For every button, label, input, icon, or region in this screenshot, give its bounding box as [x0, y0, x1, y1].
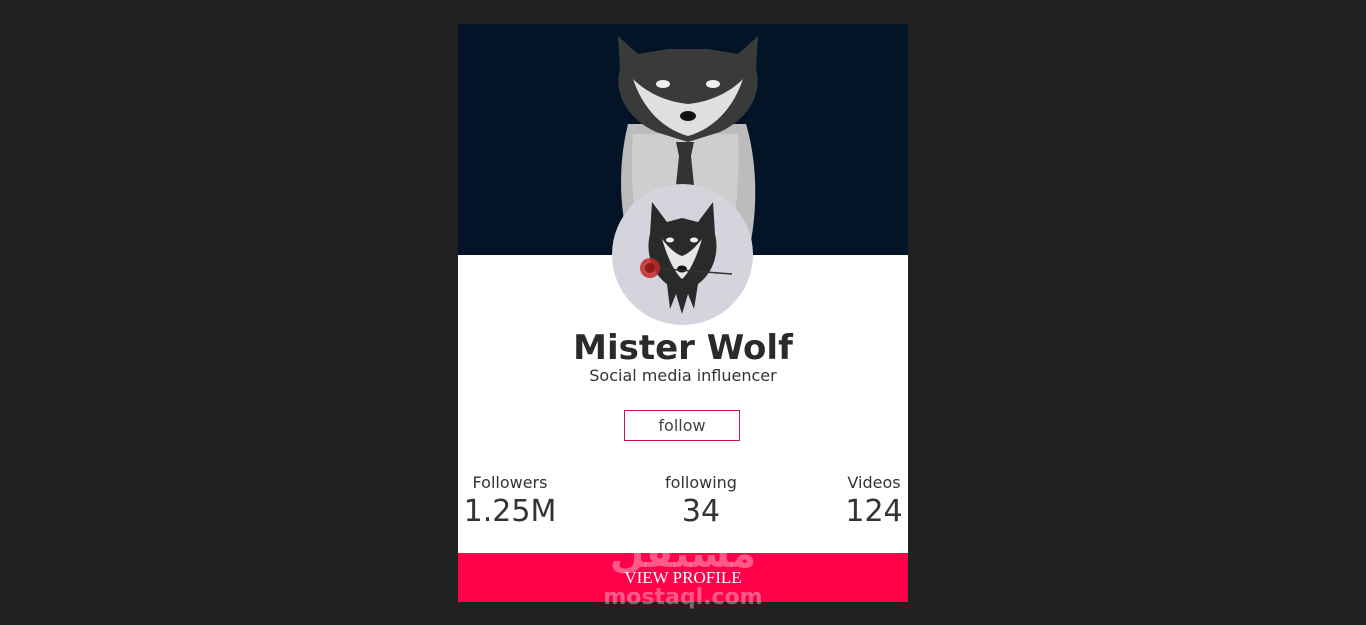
stat-followers: Followers 1.25M	[458, 472, 570, 530]
view-profile-button[interactable]: VIEW PROFILE	[458, 553, 908, 602]
stat-videos-label: Videos	[847, 473, 901, 492]
stat-following-label: following	[665, 473, 737, 492]
avatar	[612, 184, 753, 325]
stat-videos-value: 124	[845, 494, 903, 529]
profile-card: Mister Wolf Social media influencer foll…	[458, 24, 908, 602]
stat-followers-value: 1.25M	[463, 494, 557, 529]
stat-following-value: 34	[681, 494, 721, 529]
stat-videos: Videos 124	[814, 472, 908, 530]
wolf-with-rose-icon	[640, 202, 733, 314]
profile-role: Social media influencer	[589, 366, 777, 385]
stat-followers-label: Followers	[472, 473, 548, 492]
profile-name: Mister Wolf	[573, 328, 793, 368]
stat-following: following 34	[641, 472, 761, 530]
follow-button[interactable]: follow	[624, 410, 740, 441]
